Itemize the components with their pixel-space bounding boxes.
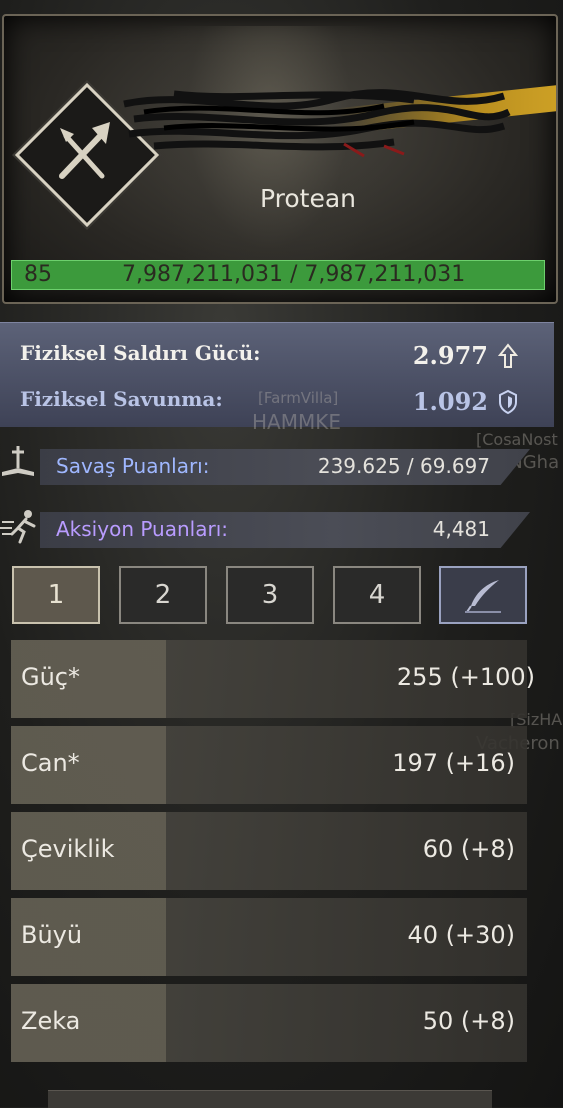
physical-attack-row: Fiziksel Saldırı Gücü: 2.977 — [20, 341, 488, 373]
physical-attack-label: Fiziksel Saldırı Gücü: — [20, 341, 261, 365]
redacted-name-scribble — [123, 89, 511, 158]
attribute-name: Can* — [21, 749, 80, 777]
attribute-value: 50 (+8) — [422, 1007, 515, 1035]
running-figure-icon — [0, 510, 36, 544]
preset-tab-4[interactable]: 4 — [333, 566, 421, 624]
quill-icon — [465, 580, 501, 613]
attribute-row-strength: Güç* 255 (+100) — [11, 640, 535, 718]
battle-points-label: Savaş Puanları: — [56, 454, 210, 478]
attribute-value: 40 (+30) — [407, 921, 515, 949]
character-card: Protean 85 7,987,211,031 / 7,987,211,031 — [2, 14, 558, 304]
preset-tab-3[interactable]: 3 — [226, 566, 314, 624]
attribute-row-agility: Çeviklik 60 (+8) — [11, 812, 527, 890]
attribute-name: Büyü — [21, 921, 83, 949]
attribute-value: 60 (+8) — [422, 835, 515, 863]
hp-value: 7,987,211,031 / 7,987,211,031 — [122, 262, 466, 287]
attribute-value: 255 (+100) — [396, 663, 535, 691]
attribute-name: Zeka — [21, 1007, 81, 1035]
attribute-name: Güç* — [21, 663, 81, 691]
preset-edit-button[interactable] — [439, 566, 527, 624]
action-points-value: 4,481 — [432, 517, 490, 541]
battle-points-value: 239.625 / 69.697 — [317, 454, 490, 478]
background-guild-name: [CosaNost — [476, 430, 558, 449]
sword-book-icon — [2, 446, 34, 476]
physical-defense-value: 1.092 — [412, 387, 488, 416]
character-level: 85 — [24, 262, 52, 287]
hp-bar: 85 7,987,211,031 / 7,987,211,031 — [11, 260, 545, 290]
action-points-label: Aksiyon Puanları: — [56, 517, 228, 541]
physical-defense-label: Fiziksel Savunma: — [20, 387, 223, 411]
attribute-row-vitality: Can* 197 (+16) — [11, 726, 527, 804]
battle-points-bar: Savaş Puanları: 239.625 / 69.697 — [40, 449, 530, 485]
physical-attack-value: 2.977 — [412, 341, 488, 370]
attribute-value: 197 (+16) — [392, 749, 515, 777]
arrow-up-icon — [498, 343, 518, 368]
attribute-name: Çeviklik — [21, 835, 115, 863]
background-player-name: HAMMKE — [252, 410, 341, 434]
preset-tab-1[interactable]: 1 — [12, 566, 100, 624]
bottom-panel-edge — [48, 1090, 492, 1108]
crossed-axe-dagger-icon — [59, 122, 110, 179]
background-guild-name: [FarmVilla] — [258, 389, 339, 407]
attribute-row-magic: Büyü 40 (+30) — [11, 898, 527, 976]
attribute-row-intelligence: Zeka 50 (+8) — [11, 984, 527, 1062]
action-points-bar: Aksiyon Puanları: 4,481 — [40, 512, 530, 548]
preset-tab-2[interactable]: 2 — [119, 566, 207, 624]
shield-icon — [499, 389, 517, 415]
class-name: Protean — [259, 184, 356, 213]
